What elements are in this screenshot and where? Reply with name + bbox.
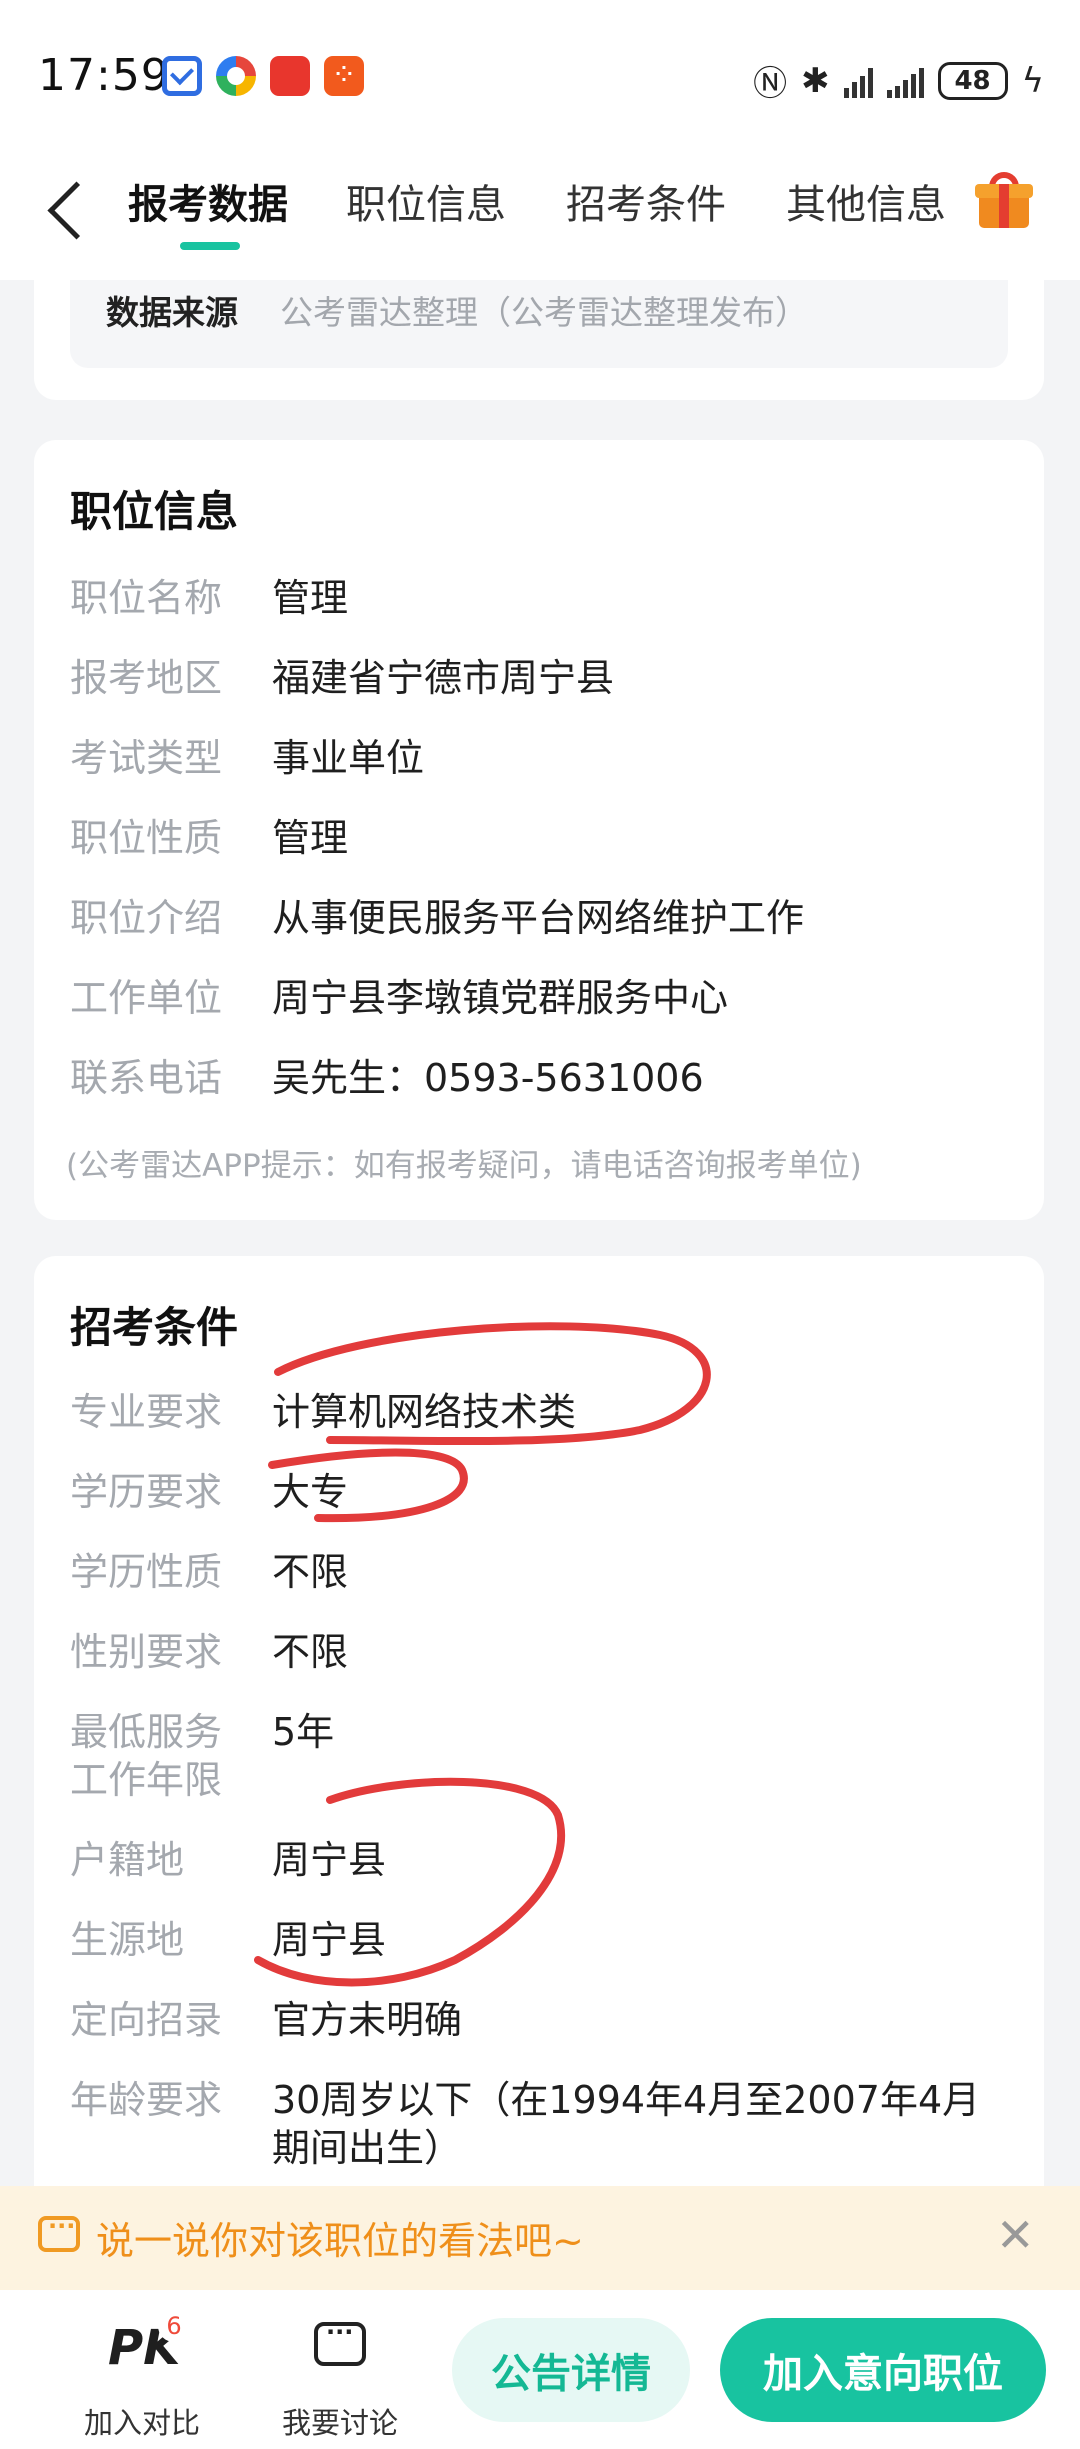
orange-app-icon	[324, 56, 364, 96]
status-right-icons: Ⓝ ✱ 48 ϟ	[753, 56, 1044, 105]
row-value: 福建省宁德市周宁县	[272, 656, 615, 700]
tab-other-info[interactable]: 其他信息	[786, 172, 946, 230]
row-value: 不限	[272, 1550, 349, 1594]
row-key: 学历性质	[70, 1550, 223, 1594]
active-tab-indicator	[180, 242, 240, 250]
signal-icon	[843, 64, 873, 98]
row-value: 30周岁以下（在1994年4月至2007年4月期间出生）	[272, 2078, 981, 2170]
row-value: 管理	[272, 576, 349, 620]
row-value: 管理	[272, 816, 349, 860]
feedback-banner-text: 说一说你对该职位的看法吧~	[96, 2219, 584, 2263]
row-value: 周宁县	[272, 1838, 387, 1882]
data-source-label: 数据来源	[106, 293, 238, 332]
row-value: 官方未明确	[272, 1998, 463, 2042]
row-key: 职位介绍	[70, 896, 223, 940]
data-source-value: 公考雷达整理（公考雷达整理发布）	[280, 293, 808, 332]
bluetooth-icon: ✱	[801, 60, 830, 101]
row-value: 5年	[272, 1710, 335, 1754]
battery-icon: 48	[937, 61, 1008, 100]
requirements-card: 招考条件 专业要求 计算机网络技术类 学历要求 大专 学历性质 不限 性别要求 …	[34, 1256, 1044, 2256]
row-value: 周宁县	[272, 1918, 387, 1962]
top-nav: 报考数据 职位信息 招考条件 其他信息	[0, 150, 1080, 280]
row-key: 联系电话	[70, 1056, 223, 1100]
position-info-card: 职位信息 职位名称 管理 报考地区 福建省宁德市周宁县 考试类型 事业单位 职位…	[34, 440, 1044, 1220]
row-key: 专业要求	[70, 1390, 223, 1434]
requirements-title: 招考条件	[70, 1303, 239, 1352]
feedback-banner[interactable]: 说一说你对该职位的看法吧~ ✕	[0, 2186, 1080, 2290]
nfc-icon: Ⓝ	[753, 64, 788, 104]
row-key: 职位名称	[70, 576, 223, 620]
tab-position-info[interactable]: 职位信息	[346, 172, 506, 230]
status-app-icons	[162, 56, 364, 96]
tab-exam-data[interactable]: 报考数据	[128, 172, 288, 230]
charging-icon: ϟ	[1021, 60, 1044, 101]
discuss-label: 我要讨论	[281, 2406, 398, 2440]
shield-app-icon	[162, 56, 202, 96]
huawei-app-icon	[270, 56, 310, 96]
inquiry-tip: (公考雷达APP提示：如有报考疑问，请电话咨询报考单位)	[66, 1148, 862, 1184]
status-time: 17:59	[38, 50, 170, 101]
row-key: 生源地	[70, 1918, 185, 1962]
chat-icon	[314, 2318, 366, 2366]
compare-count-badge: 6	[158, 2310, 190, 2342]
tab-requirements[interactable]: 招考条件	[566, 172, 726, 230]
notice-details-button[interactable]: 公告详情	[452, 2318, 690, 2422]
row-key: 职位性质	[70, 816, 223, 860]
row-key: 学历要求	[70, 1470, 223, 1514]
back-arrow-icon[interactable]	[48, 180, 88, 240]
row-value: 周宁县李墩镇党群服务中心	[272, 976, 729, 1020]
compare-label: 加入对比	[83, 2406, 200, 2440]
row-key: 定向招录	[70, 1998, 223, 2042]
row-key: 考试类型	[70, 736, 223, 780]
row-value: 计算机网络技术类	[272, 1390, 577, 1434]
status-bar: 17:59 Ⓝ ✱ 48 ϟ	[0, 0, 1080, 150]
contact-phone[interactable]: 吴先生：0593-5631006	[272, 1054, 1012, 1102]
row-key: 工作单位	[70, 976, 223, 1020]
ring-app-icon	[216, 56, 256, 96]
row-key: 性别要求	[70, 1630, 223, 1674]
close-icon[interactable]: ✕	[996, 2212, 1035, 2258]
row-key: 年龄要求	[70, 2078, 223, 2122]
data-source-card: 数据来源 公考雷达整理（公考雷达整理发布）	[34, 280, 1044, 400]
chat-bubble-icon	[38, 2212, 80, 2252]
row-key: 报考地区	[70, 656, 223, 700]
add-intended-position-button[interactable]: 加入意向职位	[720, 2318, 1046, 2422]
position-info-title: 职位信息	[70, 487, 239, 536]
row-value: 从事便民服务平台网络维护工作	[272, 896, 805, 940]
row-value: 不限	[272, 1630, 349, 1674]
bottom-action-bar: PK 6 加入对比 我要讨论 公告详情 加入意向职位	[0, 2290, 1080, 2449]
gift-icon[interactable]	[975, 170, 1033, 228]
signal-icon-2	[886, 64, 924, 98]
row-key: 最低服务工作年限	[70, 1710, 223, 1802]
row-value: 事业单位	[272, 736, 425, 780]
row-value: 大专	[272, 1470, 349, 1514]
row-key: 户籍地	[70, 1838, 185, 1882]
